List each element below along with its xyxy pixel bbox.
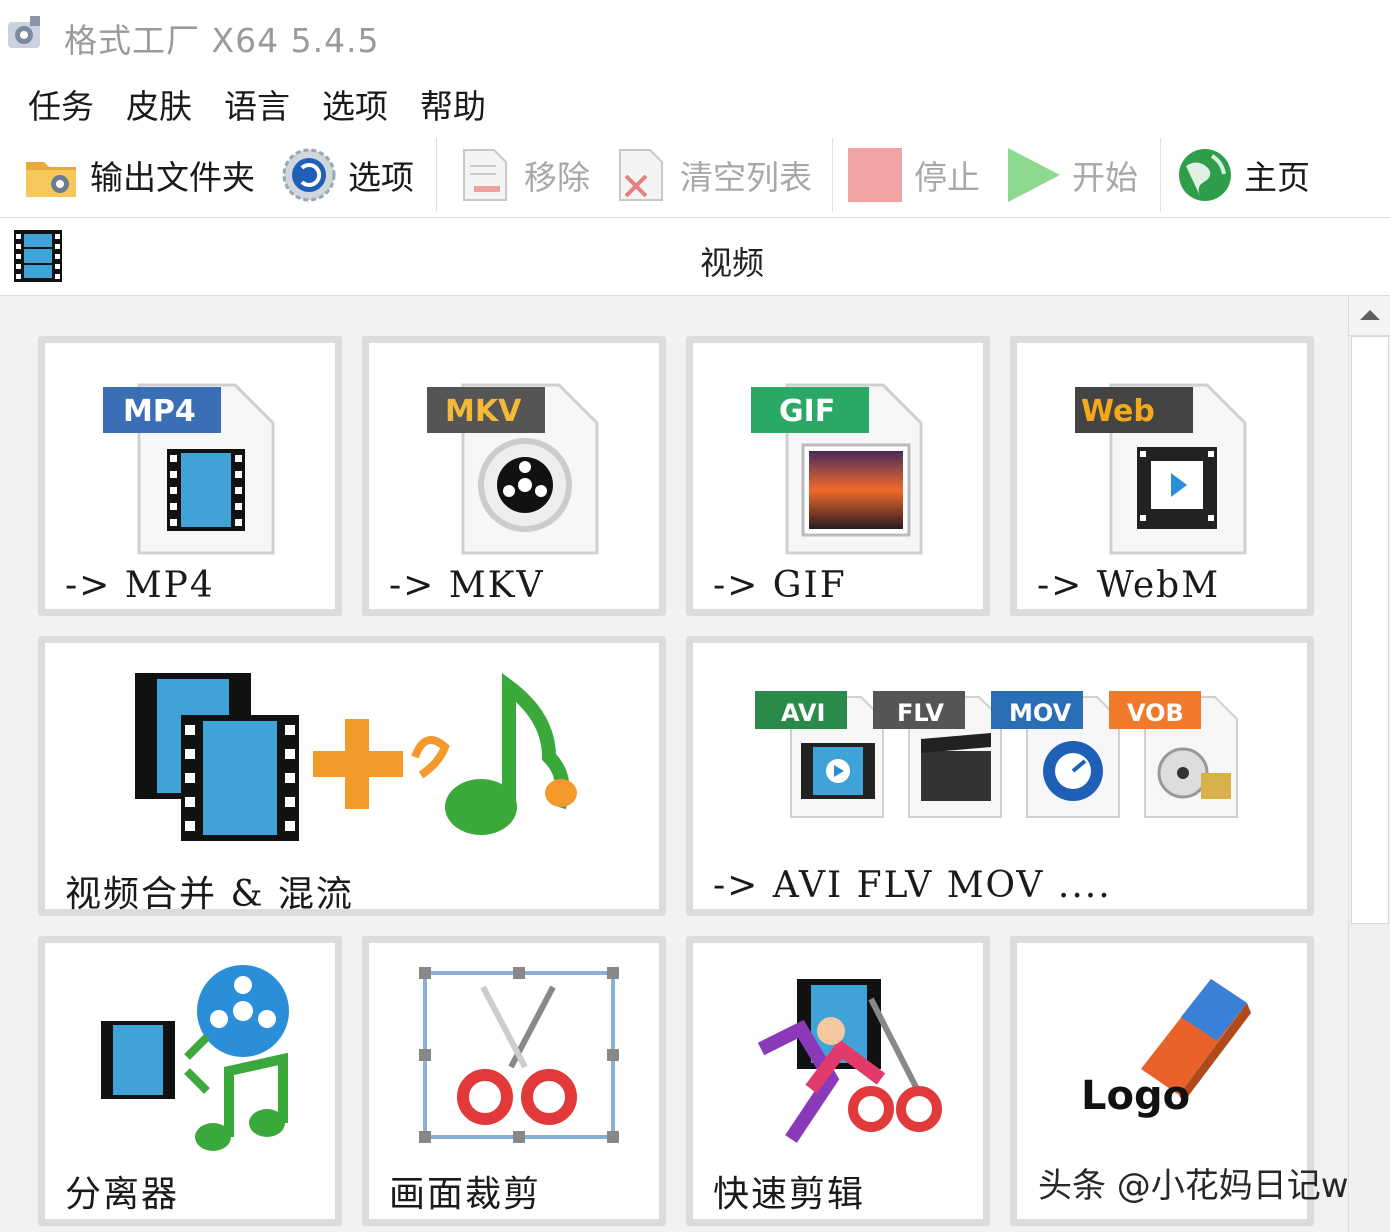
menu-task[interactable]: 任务	[28, 80, 94, 128]
menu-language[interactable]: 语言	[224, 80, 290, 128]
mp4-file-icon: MP4	[103, 383, 275, 555]
splitter-icon	[101, 965, 289, 1151]
stop-icon	[848, 148, 902, 202]
home-label: 主页	[1244, 158, 1310, 197]
start-button[interactable]: 开始	[1004, 140, 1138, 210]
multi-format-file-icons: AVI FLV MOV VOB	[755, 691, 1238, 818]
svg-text:MP4: MP4	[123, 394, 196, 429]
logo-text: Logo	[1081, 1073, 1191, 1119]
webm-file-icon: Web	[1075, 383, 1247, 555]
tile-label: 快速剪辑	[713, 1174, 866, 1215]
format-factory-app-icon	[8, 16, 40, 48]
svg-text:Web: Web	[1081, 394, 1155, 429]
mkv-file-icon: MKV	[427, 383, 599, 555]
clear-list-label: 清空列表	[680, 158, 812, 197]
tile-to-mkv[interactable]: MKV -> MKV	[362, 336, 666, 616]
tile-label: 画面裁剪	[389, 1174, 542, 1215]
toolbar-separator	[832, 138, 833, 212]
svg-text:MOV: MOV	[1009, 699, 1072, 727]
gif-file-icon: GIF	[751, 383, 923, 555]
tile-label: -> MKV	[389, 565, 545, 606]
tool-grid: MP4 -> MP4 MKV -> MKV GIF -> GIF Web -> …	[0, 296, 1348, 1232]
merge-video-audio-icon	[135, 672, 577, 841]
tile-label: -> AVI FLV MOV ....	[713, 865, 1112, 906]
svg-text:GIF: GIF	[779, 394, 835, 429]
tile-label: -> GIF	[713, 565, 847, 606]
tile-to-avi-flv-mov[interactable]: AVI FLV MOV VOB -> AVI FLV MOV ....	[686, 636, 1314, 916]
menu-skin[interactable]: 皮肤	[126, 80, 192, 128]
svg-text:MKV: MKV	[445, 394, 522, 429]
clear-list-button[interactable]: 清空列表	[612, 140, 812, 210]
tile-label: -> MP4	[65, 565, 215, 606]
home-button[interactable]: 主页	[1176, 140, 1310, 210]
remove-document-icon	[463, 149, 507, 201]
toolbar-separator	[1160, 138, 1161, 212]
menu-bar: 任务 皮肤 语言 选项 帮助	[0, 74, 1390, 132]
options-button[interactable]: 选项	[280, 140, 414, 210]
tile-label: 视频合并 & 混流	[65, 874, 354, 915]
title-bar: 格式工厂 X64 5.4.5	[0, 0, 1390, 74]
tile-label: 分离器	[65, 1174, 180, 1215]
gear-icon	[282, 148, 336, 202]
menu-help[interactable]: 帮助	[420, 80, 486, 128]
folder-icon	[26, 162, 76, 197]
globe-icon	[1179, 149, 1231, 201]
window-title: 格式工厂 X64 5.4.5	[64, 21, 380, 60]
tile-quick-clip[interactable]: 快速剪辑	[686, 936, 990, 1226]
stop-button[interactable]: 停止	[846, 140, 980, 210]
vertical-scrollbar[interactable]	[1348, 296, 1390, 1232]
tile-label: -> WebM	[1037, 565, 1221, 606]
play-icon	[1008, 148, 1060, 202]
menu-options[interactable]: 选项	[322, 80, 388, 128]
toolbar-separator	[436, 138, 437, 212]
video-category-header[interactable]: 视频	[0, 218, 1390, 296]
start-label: 开始	[1072, 158, 1138, 197]
output-folder-label: 输出文件夹	[90, 158, 255, 197]
crop-scissors-icon	[419, 967, 619, 1143]
tile-video-merge-mux[interactable]: 视频合并 & 混流	[38, 636, 666, 916]
scroll-thumb[interactable]	[1351, 336, 1389, 924]
tile-crop[interactable]: 画面裁剪	[362, 936, 666, 1226]
output-folder-button[interactable]: 输出文件夹	[22, 140, 255, 210]
quick-clip-icon	[757, 979, 942, 1143]
tile-to-webm[interactable]: Web -> WebM	[1010, 336, 1314, 616]
remove-button[interactable]: 移除	[456, 140, 590, 210]
tile-to-mp4[interactable]: MP4 -> MP4	[38, 336, 342, 616]
svg-text:AVI: AVI	[781, 699, 825, 727]
scroll-up-button[interactable]	[1349, 296, 1390, 336]
svg-text:VOB: VOB	[1127, 699, 1184, 727]
svg-text:FLV: FLV	[897, 699, 944, 727]
category-title: 视频	[700, 244, 765, 282]
options-label: 选项	[348, 158, 414, 197]
film-strip-icon	[14, 230, 62, 282]
remove-label: 移除	[524, 158, 590, 197]
clear-list-icon	[619, 149, 663, 201]
tile-to-gif[interactable]: GIF -> GIF	[686, 336, 990, 616]
toolbar: 输出文件夹 选项 移除 清空列表 停止 开始 主页	[0, 132, 1390, 218]
watermark-text: 头条 @小花妈日记w	[1038, 1166, 1349, 1206]
stop-label: 停止	[914, 158, 980, 197]
tile-splitter[interactable]: 分离器	[38, 936, 342, 1226]
